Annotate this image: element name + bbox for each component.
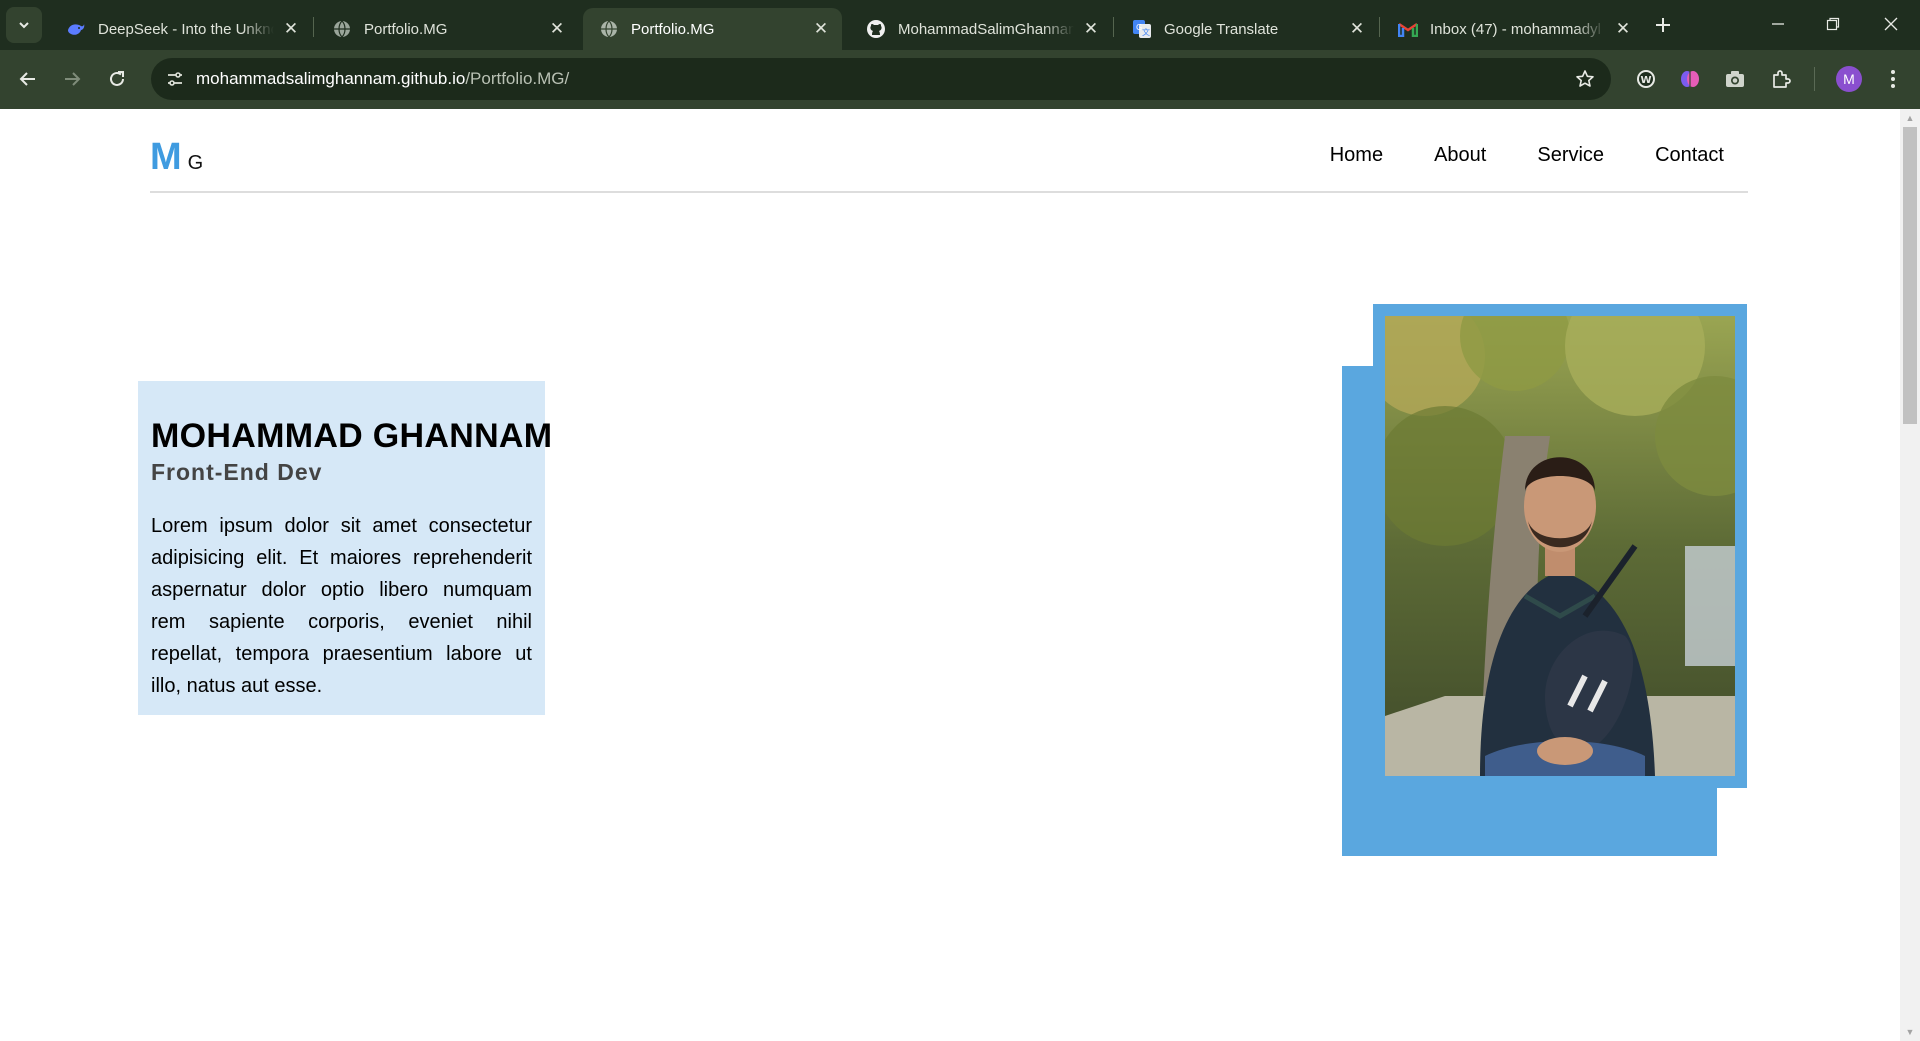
logo-letter-m: M — [150, 136, 182, 178]
profile-initial: M — [1843, 71, 1855, 87]
nav-about[interactable]: About — [1434, 144, 1486, 167]
plus-icon — [1656, 18, 1670, 32]
new-tab-button[interactable] — [1648, 10, 1678, 40]
reload-button[interactable] — [100, 62, 134, 96]
deepseek-whale-icon — [66, 19, 86, 39]
restore-icon — [1826, 17, 1840, 31]
tab-strip: DeepSeek - Into the Unknown ✕ Portfolio.… — [0, 0, 1920, 50]
tab-title: Google Translate — [1164, 20, 1279, 38]
arrow-right-icon — [65, 72, 81, 86]
person-role: Front-End Dev — [151, 459, 323, 485]
main-nav: Home About Service Contact — [1279, 144, 1724, 167]
close-window-button[interactable] — [1862, 0, 1920, 48]
tab-github[interactable]: MohammadSalimGhannam ✕ — [850, 8, 1112, 50]
arrow-left-icon — [19, 72, 35, 86]
url-text[interactable]: mohammadsalimghannam.github.io/Portfolio… — [196, 69, 569, 89]
site-logo[interactable]: MG — [150, 136, 203, 179]
forward-button[interactable] — [55, 62, 89, 96]
svg-text:W: W — [1641, 75, 1652, 86]
tab-deepseek[interactable]: DeepSeek - Into the Unknown ✕ — [50, 8, 312, 50]
site-info-icon[interactable] — [163, 67, 187, 91]
close-icon — [1884, 17, 1898, 31]
close-icon[interactable]: ✕ — [1346, 18, 1368, 40]
globe-icon — [599, 19, 619, 39]
tab-separator — [1379, 17, 1380, 37]
close-icon[interactable]: ✕ — [1612, 18, 1634, 40]
github-icon — [866, 19, 886, 39]
restore-button[interactable] — [1804, 0, 1862, 48]
profile-avatar[interactable]: M — [1836, 66, 1862, 92]
gmail-icon — [1398, 19, 1418, 39]
close-icon[interactable]: ✕ — [810, 18, 832, 40]
nav-contact[interactable]: Contact — [1655, 144, 1724, 167]
bookmark-star-icon[interactable] — [1573, 67, 1597, 91]
tab-google-translate[interactable]: G文 Google Translate ✕ — [1116, 8, 1378, 50]
toolbar-separator — [1814, 67, 1815, 91]
tab-separator — [313, 17, 314, 37]
tab-separator — [1113, 17, 1114, 37]
nav-service[interactable]: Service — [1537, 144, 1604, 167]
minimize-button[interactable] — [1749, 0, 1807, 48]
chevron-down-icon — [19, 22, 29, 29]
extensions-puzzle-icon[interactable] — [1767, 65, 1795, 93]
tab-title: Portfolio.MG — [364, 20, 448, 38]
tab-title: Inbox (47) - mohammadyl — [1430, 20, 1601, 38]
url-path: /Portfolio.MG/ — [465, 69, 570, 88]
close-icon[interactable]: ✕ — [1080, 18, 1102, 40]
logo-letter-g: G — [187, 152, 204, 174]
tab-title: MohammadSalimGhannam — [898, 20, 1074, 38]
browser-menu-button[interactable] — [1880, 63, 1906, 95]
svg-text:文: 文 — [1142, 27, 1150, 37]
extension-w-icon[interactable]: W — [1632, 65, 1660, 93]
extension-brain-icon[interactable] — [1676, 65, 1704, 93]
scroll-up-arrow-icon[interactable]: ▲ — [1905, 113, 1915, 123]
tab-title: DeepSeek - Into the Unknown — [98, 20, 274, 38]
close-icon[interactable]: ✕ — [280, 18, 302, 40]
tab-search-button[interactable] — [6, 7, 42, 43]
page-viewport: MG Home About Service Contact MOHAMMAD G… — [0, 109, 1900, 1041]
back-button[interactable] — [11, 62, 45, 96]
page-scrollbar[interactable]: ▲ ▼ — [1900, 109, 1920, 1041]
tab-gmail[interactable]: Inbox (47) - mohammadyl ✕ — [1382, 8, 1644, 50]
bio-text: Lorem ipsum dolor sit amet consectetur a… — [151, 515, 532, 697]
more-vertical-icon — [1891, 70, 1895, 88]
tab-title: Portfolio.MG — [631, 20, 715, 38]
profile-photo — [1385, 316, 1735, 776]
person-name: MOHAMMAD GHANNAM — [151, 417, 553, 455]
tab-portfolio-1[interactable]: Portfolio.MG ✕ — [316, 8, 578, 50]
scroll-down-arrow-icon[interactable]: ▼ — [1905, 1027, 1915, 1037]
site-header: MG Home About Service Contact — [150, 109, 1748, 193]
address-bar[interactable]: mohammadsalimghannam.github.io/Portfolio… — [151, 58, 1611, 100]
google-translate-icon: G文 — [1132, 19, 1152, 39]
globe-icon — [332, 19, 352, 39]
scrollbar-thumb[interactable] — [1903, 127, 1917, 424]
reload-icon — [110, 71, 124, 86]
nav-home[interactable]: Home — [1330, 144, 1383, 167]
intro-card: MOHAMMAD GHANNAM Front-End Dev Lorem ips… — [138, 381, 553, 715]
minimize-icon — [1772, 23, 1784, 25]
tab-portfolio-active[interactable]: Portfolio.MG ✕ — [583, 8, 842, 50]
close-icon[interactable]: ✕ — [546, 18, 568, 40]
url-host: mohammadsalimghannam.github.io — [196, 69, 466, 88]
camera-icon[interactable] — [1721, 65, 1749, 93]
